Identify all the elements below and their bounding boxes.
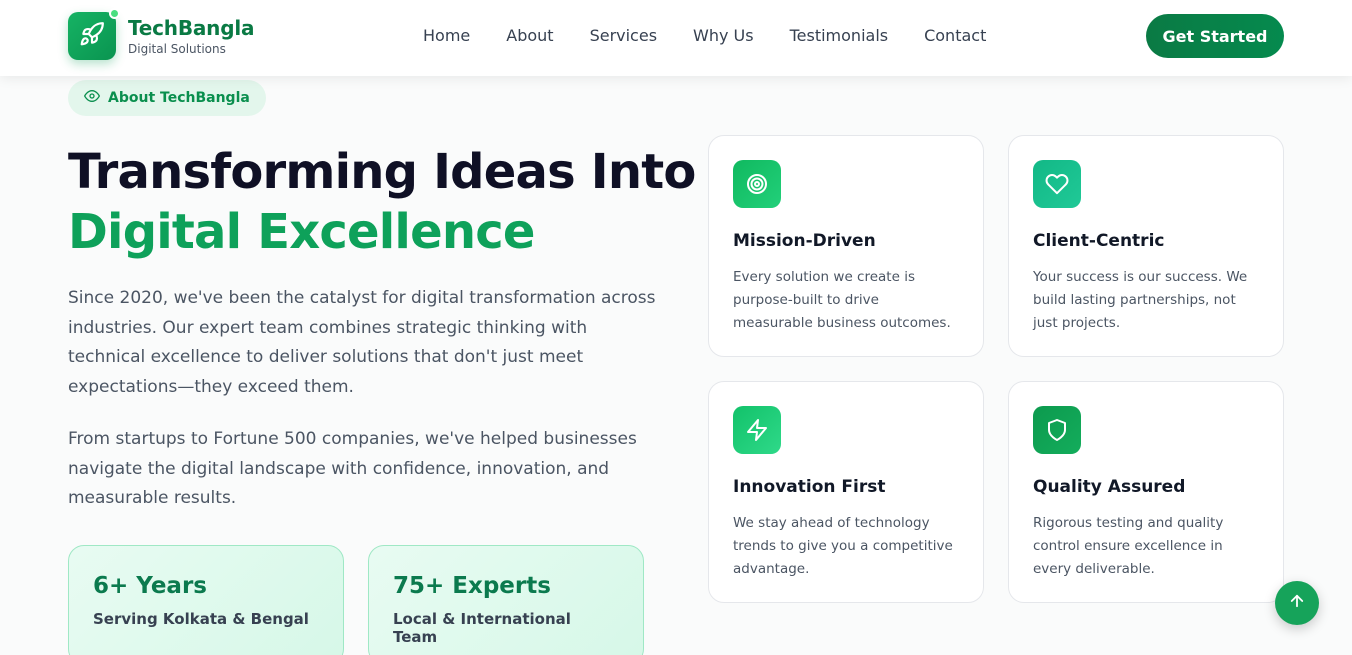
nav-services[interactable]: Services — [590, 26, 657, 46]
arrow-up-icon — [1288, 592, 1306, 614]
card-text: We stay ahead of technology trends to gi… — [733, 515, 953, 577]
rocket-icon — [79, 21, 105, 51]
brand: TechBangla Digital Solutions — [128, 16, 254, 57]
eye-icon — [84, 88, 100, 108]
logo-status-dot — [109, 8, 120, 19]
nav-testimonials[interactable]: Testimonials — [790, 26, 889, 46]
card-quality-assured: Quality Assured Rigorous testing and qua… — [1008, 381, 1284, 603]
shield-icon — [1033, 406, 1081, 454]
logo[interactable] — [68, 12, 116, 60]
nav-why-us[interactable]: Why Us — [693, 26, 754, 46]
card-client-centric: Client-Centric Your success is our succe… — [1008, 135, 1284, 357]
stat-card-years: 6+ Years Serving Kolkata & Bengal — [68, 545, 344, 655]
title-line-2: Digital Excellence — [68, 204, 535, 260]
scroll-to-top-button[interactable] — [1275, 581, 1319, 625]
heart-icon — [1033, 160, 1081, 208]
stat-label: Serving Kolkata & Bengal — [93, 610, 309, 628]
brand-tagline: Digital Solutions — [128, 42, 226, 56]
card-title: Mission-Driven — [733, 231, 876, 251]
card-title: Client-Centric — [1033, 231, 1165, 251]
stat-value: 6+ Years — [93, 573, 207, 599]
target-icon — [733, 160, 781, 208]
card-title: Quality Assured — [1033, 477, 1186, 497]
nav-about[interactable]: About — [506, 26, 553, 46]
badge-label: About TechBangla — [108, 90, 250, 106]
main-nav: Home About Services Why Us Testimonials … — [423, 26, 1022, 46]
nav-home[interactable]: Home — [423, 26, 470, 46]
title-line-1: Transforming Ideas Into — [68, 144, 696, 200]
card-text: Every solution we create is purpose-buil… — [733, 269, 951, 331]
about-badge: About TechBangla — [68, 80, 266, 116]
site-header: TechBangla Digital Solutions Home About … — [0, 0, 1352, 76]
card-text: Rigorous testing and quality control ens… — [1033, 515, 1224, 577]
stat-card-experts: 75+ Experts Local & International Team — [368, 545, 644, 655]
page-title: Transforming Ideas Into Digital Excellen… — [68, 142, 696, 262]
card-title: Innovation First — [733, 477, 886, 497]
lightning-icon — [733, 406, 781, 454]
card-innovation-first: Innovation First We stay ahead of techno… — [708, 381, 984, 603]
brand-name: TechBangla — [128, 16, 255, 40]
nav-contact[interactable]: Contact — [924, 26, 986, 46]
stat-label: Local & International Team — [393, 610, 571, 646]
secondary-paragraph: From startups to Fortune 500 companies, … — [68, 429, 637, 508]
get-started-button[interactable]: Get Started — [1146, 14, 1284, 58]
card-text: Your success is our success. We build la… — [1033, 269, 1248, 331]
stat-value: 75+ Experts — [393, 573, 551, 599]
intro-paragraph: Since 2020, we've been the catalyst for … — [68, 288, 656, 397]
card-mission-driven: Mission-Driven Every solution we create … — [708, 135, 984, 357]
